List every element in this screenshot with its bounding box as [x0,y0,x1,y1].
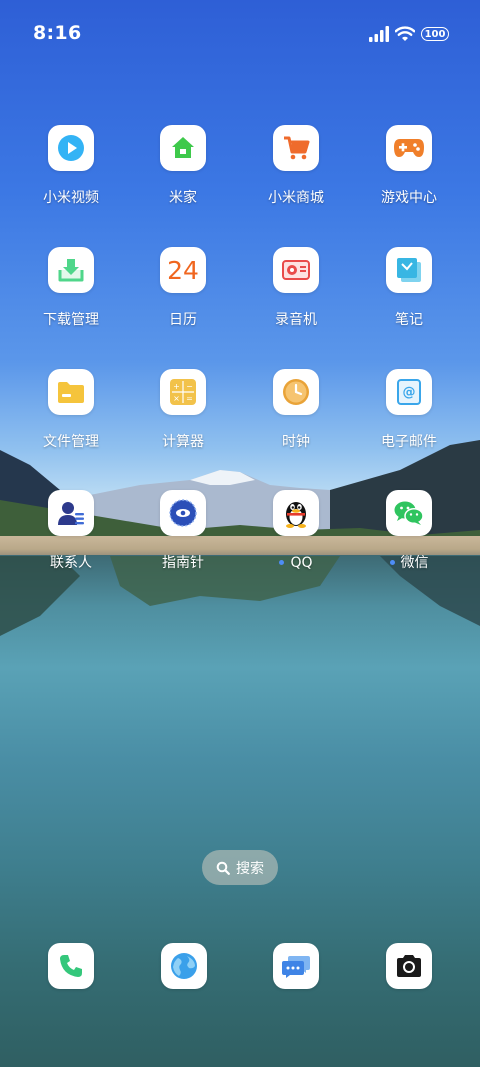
notes-icon [397,258,421,282]
wechat-icon [394,501,424,525]
app-label-qq: QQ [240,554,352,572]
messages-icon [282,956,310,978]
qq-penguin-icon [286,502,306,528]
svg-text:+: + [173,382,180,391]
app-label: 日历 [169,312,197,328]
camera-icon [397,955,421,977]
app-label: 时钟 [282,434,310,450]
browser-icon [171,953,197,979]
app-label: 文件管理 [43,434,99,450]
app-mi-home[interactable]: 米家 [127,125,239,207]
app-label: 计算器 [162,434,204,450]
phone-icon [60,955,82,977]
app-contacts[interactable]: 联系人 [15,490,127,572]
home-screen: 8:16 100 小米视频 米家 小米商城 游戏中心 下载管理 24 日历 录音… [0,0,480,1067]
signal-icon [369,26,389,42]
app-label-wechat: 微信 [353,554,465,572]
search-label: 搜索 [236,860,264,877]
calendar-icon: 24 [167,255,199,285]
svg-text:=: = [186,394,193,403]
app-qq[interactable]: QQ [240,490,352,572]
new-install-dot [279,559,285,565]
home-icon [172,137,194,158]
email-icon: @ [397,379,421,405]
app-notes[interactable]: 笔记 [353,247,465,329]
app-clock[interactable]: 时钟 [240,369,352,451]
dock-phone[interactable] [48,943,94,989]
svg-text:×: × [173,394,180,403]
dock-camera[interactable] [386,943,432,989]
app-label: 小米商城 [268,190,324,206]
app-compass[interactable]: 指南针 [127,490,239,572]
status-time: 8:16 [33,22,82,44]
status-icons: 100 [369,24,449,44]
dock-browser[interactable] [161,943,207,989]
app-wechat[interactable]: 微信 [353,490,465,572]
compass-icon [169,499,197,527]
app-label: 游戏中心 [381,190,437,206]
download-icon [58,259,84,282]
gamepad-icon [394,139,424,157]
app-label-text: QQ [290,555,313,571]
app-label: 笔记 [395,312,423,328]
email-at-symbol: @ [402,384,416,400]
battery-icon: 100 [421,27,449,41]
folder-icon [58,382,84,403]
recorder-icon [282,260,310,280]
cart-icon [284,136,310,160]
search-button[interactable]: 搜索 [202,850,278,885]
app-label: 录音机 [275,312,317,328]
app-downloads[interactable]: 下载管理 [15,247,127,329]
app-label: 指南针 [162,555,204,571]
play-icon [58,135,84,161]
app-label-text: 微信 [400,555,429,571]
calculator-icon: + − × = [170,379,196,405]
app-label: 下载管理 [43,312,99,328]
svg-text:−: − [186,382,193,391]
app-game-center[interactable]: 游戏中心 [353,125,465,207]
app-file-manager[interactable]: 文件管理 [15,369,127,451]
contacts-icon [58,502,84,525]
app-label: 电子邮件 [381,434,437,450]
wifi-icon [395,26,415,41]
search-icon [216,861,230,875]
clock-icon [283,379,309,405]
app-mi-store[interactable]: 小米商城 [240,125,352,207]
app-recorder[interactable]: 录音机 [240,247,352,329]
app-label: 联系人 [50,555,92,571]
app-label: 米家 [169,190,197,206]
app-email[interactable]: @ 电子邮件 [353,369,465,451]
new-install-dot [389,559,395,565]
app-calculator[interactable]: + − × = 计算器 [127,369,239,451]
status-bar: 8:16 100 [0,0,480,68]
app-mi-video[interactable]: 小米视频 [15,125,127,207]
dock-messages[interactable] [273,943,319,989]
app-calendar[interactable]: 24 日历 [127,247,239,329]
app-label: 小米视频 [43,190,99,206]
